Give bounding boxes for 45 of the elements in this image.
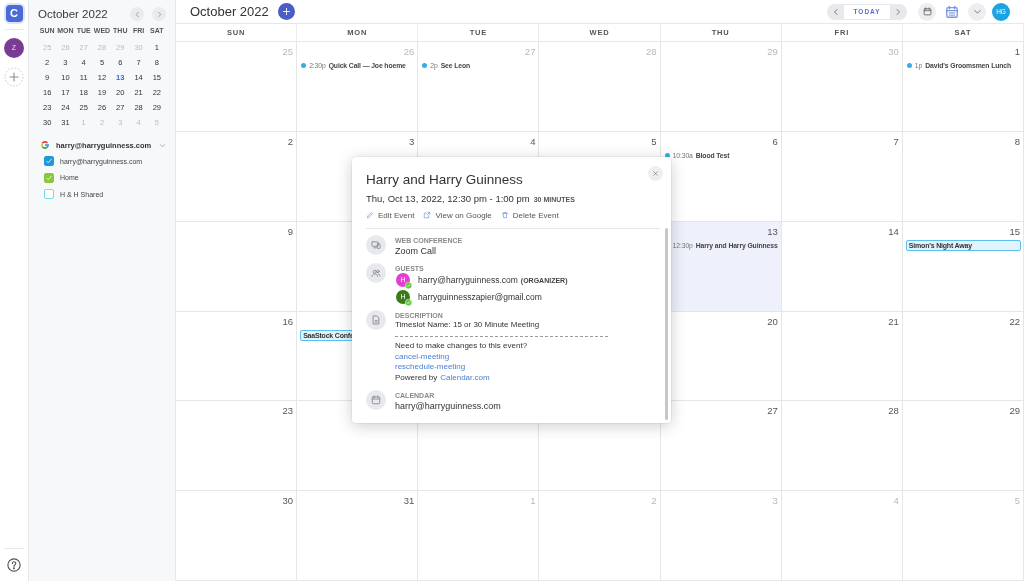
day-number: 1 — [1014, 46, 1021, 58]
day-number: 5 — [651, 135, 658, 148]
day-number: 14 — [888, 225, 900, 238]
day-number: 23 — [282, 405, 295, 418]
description-text: Need to make changes to this event? — [395, 340, 528, 352]
day-number: 2 — [651, 495, 658, 508]
day-number: 30 — [888, 46, 900, 58]
day-number: 4 — [530, 135, 537, 148]
day-number: 3 — [772, 495, 779, 508]
day-number: 16 — [282, 315, 295, 328]
day-number: 29 — [767, 46, 779, 58]
day-number: 30 — [282, 495, 295, 508]
event-title: Harry and Harry Guinness — [366, 171, 523, 189]
day-number: 1 — [530, 495, 537, 508]
day-number: 9 — [287, 225, 295, 238]
day-number: 15 — [1009, 225, 1021, 238]
day-number: 27 — [524, 46, 537, 58]
conference-name: Zoom Call — [395, 245, 436, 257]
day-number: 3 — [409, 135, 416, 148]
day-number: 27 — [767, 405, 779, 418]
month-title: October 2022 — [38, 8, 108, 20]
credit-text: Powered by Calendar.com — [395, 373, 490, 384]
day-number: 6 — [772, 135, 779, 148]
day-number: 28 — [646, 46, 658, 58]
guest-email: harryguinnesszapier@gmail.com — [418, 292, 542, 302]
month-title: October 2022 — [190, 4, 269, 19]
event-time: Thu, Oct 13, 2022, 12:30 pm - 1:00 pm — [366, 193, 530, 205]
day-number: 28 — [888, 405, 900, 418]
day-number: 22 — [1009, 315, 1021, 328]
day-number: 8 — [1014, 135, 1021, 148]
day-number: 25 — [282, 46, 295, 58]
description-text: Timeslot Name: 15 or 30 Minute Meeting — [395, 320, 540, 331]
day-number: 5 — [1014, 495, 1021, 508]
day-number: 29 — [1009, 405, 1021, 418]
day-number: 26 — [403, 46, 416, 58]
day-number: 7 — [893, 135, 900, 148]
calendar-account: harry@harryguinness.com — [395, 400, 501, 412]
app-logo: C — [5, 5, 23, 22]
day-number: 4 — [893, 495, 900, 508]
day-number: 13 — [767, 225, 779, 238]
day-number: 2 — [287, 135, 295, 148]
day-number: 20 — [767, 315, 779, 328]
guest-email: harry@harryguinness.com — [418, 275, 518, 285]
day-number: 31 — [403, 495, 416, 508]
day-number: 21 — [888, 315, 900, 328]
